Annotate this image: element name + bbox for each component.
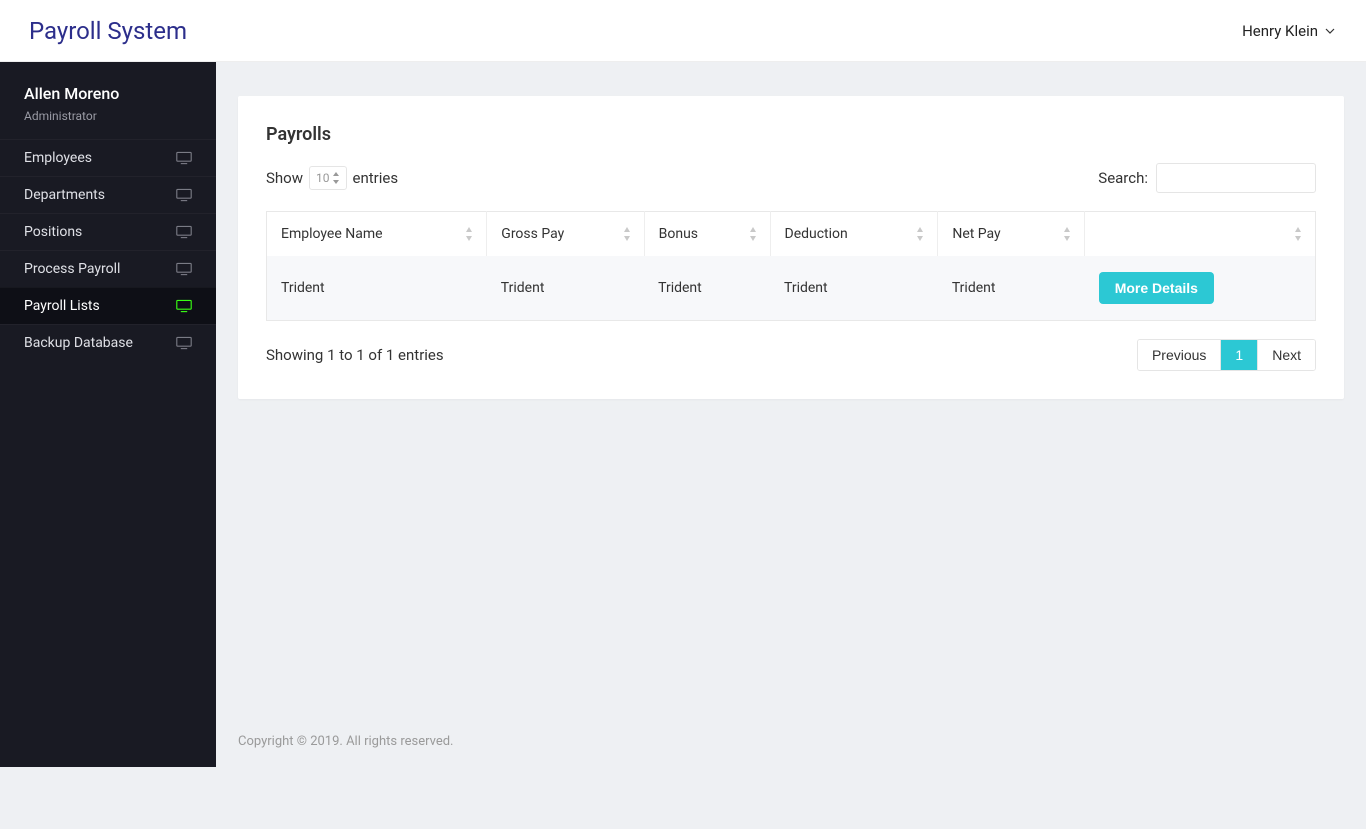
sort-icon [464, 227, 474, 241]
cell-net-pay: Trident [938, 256, 1085, 321]
nav-item-positions[interactable]: Positions [0, 213, 216, 250]
nav-item-payroll-lists[interactable]: Payroll Lists [0, 287, 216, 324]
table-controls: Show 10 entries Search: [266, 163, 1316, 193]
entries-value: 10 [316, 171, 330, 185]
sort-arrows-icon [332, 172, 340, 184]
top-header: Payroll System Henry Klein [0, 0, 1366, 62]
sort-icon [1293, 227, 1303, 241]
monitor-icon [176, 151, 192, 165]
cell-deduction: Trident [770, 256, 938, 321]
nav-item-employees[interactable]: Employees [0, 139, 216, 176]
col-gross-pay[interactable]: Gross Pay [487, 212, 644, 257]
chevron-down-icon [1324, 25, 1336, 37]
table-footer: Showing 1 to 1 of 1 entries Previous 1 N… [266, 339, 1316, 371]
cell-bonus: Trident [644, 256, 770, 321]
search-label: Search: [1098, 169, 1148, 187]
monitor-icon [176, 299, 192, 313]
col-employee-name[interactable]: Employee Name [267, 212, 487, 257]
nav-item-backup-database[interactable]: Backup Database [0, 324, 216, 361]
page-footer: Copyright © 2019. All rights reserved. [238, 716, 1344, 767]
entries-select[interactable]: 10 [309, 166, 347, 190]
col-action[interactable] [1085, 212, 1316, 257]
nav-item-departments[interactable]: Departments [0, 176, 216, 213]
profile-block: Allen Moreno Administrator [0, 62, 216, 139]
search-area: Search: [1098, 163, 1316, 193]
sort-icon [748, 227, 758, 241]
profile-role: Administrator [24, 109, 192, 123]
table-info: Showing 1 to 1 of 1 entries [266, 346, 444, 364]
nav-label: Process Payroll [24, 261, 120, 277]
main-content: Payrolls Show 10 entries Search: Employe… [216, 62, 1366, 767]
nav-label: Employees [24, 150, 92, 166]
nav-list: Employees Departments Positions Process … [0, 139, 216, 361]
sort-icon [1062, 227, 1072, 241]
monitor-icon [176, 336, 192, 350]
monitor-icon [176, 262, 192, 276]
more-details-button[interactable]: More Details [1099, 272, 1214, 304]
sort-icon [622, 227, 632, 241]
nav-label: Backup Database [24, 335, 133, 351]
cell-action: More Details [1085, 256, 1316, 321]
col-label: Employee Name [281, 226, 383, 242]
page-1-button[interactable]: 1 [1221, 340, 1258, 370]
col-label: Bonus [659, 226, 698, 242]
col-bonus[interactable]: Bonus [644, 212, 770, 257]
card-title: Payrolls [266, 124, 1316, 145]
nav-item-process-payroll[interactable]: Process Payroll [0, 250, 216, 287]
col-label: Deduction [785, 226, 848, 242]
page-next-button[interactable]: Next [1258, 340, 1315, 370]
brand-area: Payroll System [0, 0, 216, 61]
table-row: Trident Trident Trident Trident Trident … [267, 256, 1316, 321]
show-label-pre: Show [266, 169, 303, 187]
user-name: Henry Klein [1242, 22, 1318, 40]
col-label: Gross Pay [501, 226, 564, 242]
payrolls-card: Payrolls Show 10 entries Search: Employe… [238, 96, 1344, 399]
sort-icon [915, 227, 925, 241]
cell-employee-name: Trident [267, 256, 487, 321]
show-entries: Show 10 entries [266, 166, 398, 190]
monitor-icon [176, 188, 192, 202]
monitor-icon [176, 225, 192, 239]
brand-title: Payroll System [29, 17, 187, 45]
table-header-row: Employee Name Gross Pay Bonus Deduction [267, 212, 1316, 257]
nav-label: Payroll Lists [24, 298, 100, 314]
col-deduction[interactable]: Deduction [770, 212, 938, 257]
header-right: Henry Klein [216, 22, 1366, 40]
pagination: Previous 1 Next [1137, 339, 1316, 371]
profile-name: Allen Moreno [24, 84, 192, 103]
payrolls-table: Employee Name Gross Pay Bonus Deduction [266, 211, 1316, 321]
search-input[interactable] [1156, 163, 1316, 193]
col-label: Net Pay [952, 226, 1000, 242]
nav-label: Departments [24, 187, 105, 203]
cell-gross-pay: Trident [487, 256, 644, 321]
page-prev-button[interactable]: Previous [1138, 340, 1221, 370]
sidebar: Allen Moreno Administrator Employees Dep… [0, 62, 216, 767]
nav-label: Positions [24, 224, 82, 240]
user-menu[interactable]: Henry Klein [1242, 22, 1336, 40]
show-label-post: entries [353, 169, 399, 187]
col-net-pay[interactable]: Net Pay [938, 212, 1085, 257]
